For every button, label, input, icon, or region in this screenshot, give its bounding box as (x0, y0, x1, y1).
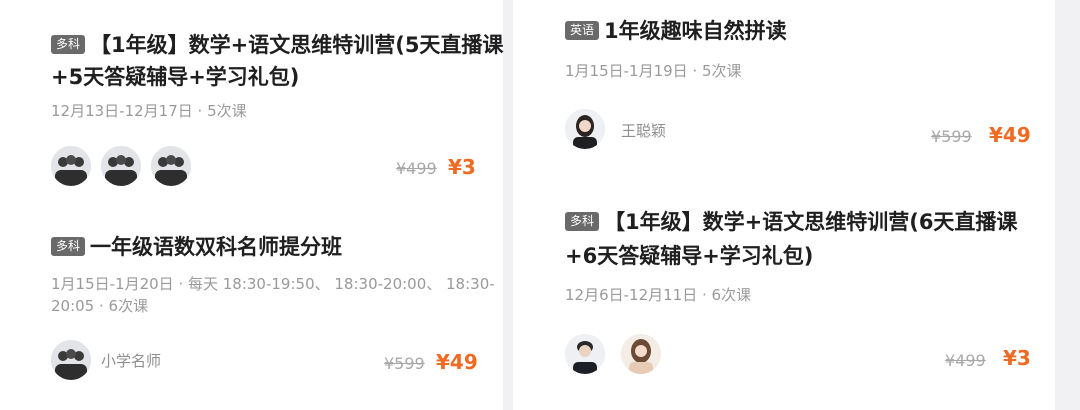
teacher-name: 小学名师 (101, 352, 162, 370)
course-schedule-cont: 20:05 · 6次课 (51, 297, 149, 315)
teacher-avatar (621, 334, 661, 374)
subject-badge: 多科 (565, 212, 600, 231)
teacher-avatar (151, 146, 191, 186)
course-schedule: 1月15日-1月19日 · 5次课 (565, 62, 742, 80)
sale-price: ¥49 (436, 350, 478, 374)
original-price: ¥499 (945, 351, 986, 370)
course-list-left: 多科 【1年级】数学+语文思维特训营(5天直播课 +5天答疑辅导+学习礼包) 12… (0, 0, 503, 410)
teacher-avatar (51, 146, 91, 186)
teacher-name: 王聪颖 (621, 122, 667, 140)
course-title-cont: +5天答疑辅导+学习礼包) (51, 65, 300, 89)
original-price: ¥499 (396, 159, 437, 178)
course-schedule: 1月15日-1月20日 · 每天 18:30-19:50、 18:30-20:0… (51, 275, 495, 293)
original-price: ¥599 (384, 354, 425, 373)
course-card[interactable]: 多科 一年级语数双科名师提分班 1月15日-1月20日 · 每天 18:30-19… (0, 220, 503, 400)
subject-badge: 多科 (51, 35, 86, 54)
course-title: 多科 【1年级】数学+语文思维特训营(6天直播课 (565, 205, 1017, 239)
sale-price: ¥3 (1003, 346, 1031, 370)
teacher-avatar (565, 109, 605, 149)
teacher-avatar (51, 340, 91, 380)
sale-price: ¥49 (989, 123, 1031, 147)
subject-badge: 英语 (565, 21, 600, 40)
course-title: 多科 【1年级】数学+语文思维特训营(5天直播课 (51, 28, 503, 62)
subject-badge: 多科 (51, 237, 86, 256)
course-card[interactable]: 多科 【1年级】数学+语文思维特训营(6天直播课 +6天答疑辅导+学习礼包) 12… (513, 195, 1055, 405)
course-schedule: 12月6日-12月11日 · 6次课 (565, 286, 752, 304)
course-card[interactable]: 英语 1年级趣味自然拼读 1月15日-1月19日 · 5次课 王聪颖 ¥599 ¥… (513, 0, 1055, 180)
teacher-avatar (565, 334, 605, 374)
course-schedule: 12月13日-12月17日 · 5次课 (51, 102, 247, 120)
teacher-avatar (101, 146, 141, 186)
course-title: 多科 一年级语数双科名师提分班 (51, 230, 342, 264)
course-card[interactable]: 多科 【1年级】数学+语文思维特训营(5天直播课 +5天答疑辅导+学习礼包) 12… (0, 0, 503, 200)
course-title-cont: +6天答疑辅导+学习礼包) (565, 244, 814, 268)
course-list-right: 英语 1年级趣味自然拼读 1月15日-1月19日 · 5次课 王聪颖 ¥599 ¥… (513, 0, 1055, 410)
course-title: 英语 1年级趣味自然拼读 (565, 14, 787, 48)
original-price: ¥599 (931, 127, 972, 146)
sale-price: ¥3 (448, 155, 476, 179)
